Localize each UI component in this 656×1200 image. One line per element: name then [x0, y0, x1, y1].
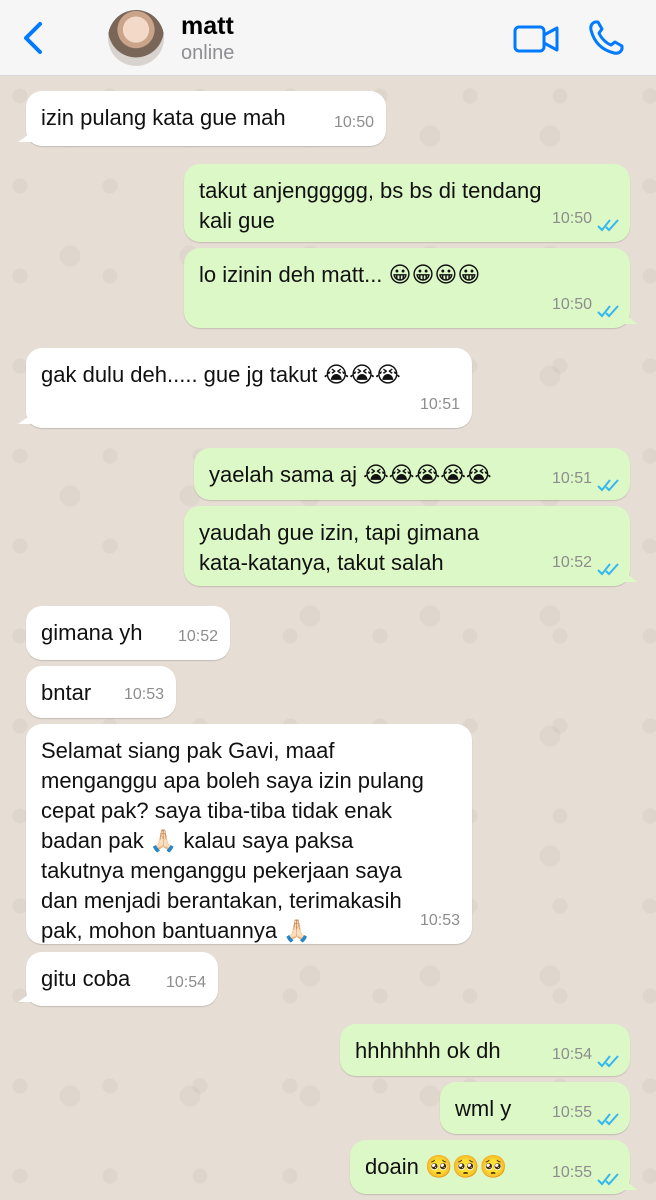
message-incoming[interactable]: bntar 10:53 [26, 666, 176, 718]
message-text: izin pulang kata gue mah [41, 105, 286, 130]
message-time: 10:55 [551, 1104, 592, 1121]
message-incoming[interactable]: gimana yh 10:52 [26, 606, 230, 660]
read-receipt-icon [597, 305, 619, 318]
message-time: 10:53 [419, 912, 460, 929]
message-time: 10:52 [551, 554, 592, 571]
message-incoming[interactable]: gak dulu deh..... gue jg takut 😭😭😭 10:51 [18, 348, 472, 428]
avatar[interactable] [108, 10, 164, 66]
message-time: 10:51 [419, 396, 460, 413]
message-incoming[interactable]: Selamat siang pak Gavi, maaf menganggu a… [26, 724, 472, 944]
contact-status: online [181, 42, 235, 64]
message-time: 10:50 [333, 114, 374, 131]
chat-area[interactable]: izin pulang kata gue mah 10:50 takut anj… [0, 76, 656, 1200]
message-outgoing[interactable]: hhhhhhh ok dh 10:54 [340, 1024, 630, 1076]
message-time: 10:52 [177, 628, 218, 645]
message-text: Selamat siang pak Gavi, maaf menganggu a… [41, 738, 424, 943]
read-receipt-icon [597, 1055, 619, 1068]
message-outgoing[interactable]: doain 🥺🥺🥺 10:55 [350, 1140, 638, 1194]
message-time: 10:50 [551, 296, 592, 313]
message-incoming[interactable]: gitu coba 10:54 [18, 952, 218, 1006]
message-outgoing[interactable]: wml y 10:55 [440, 1082, 630, 1134]
message-time: 10:54 [551, 1046, 592, 1063]
read-receipt-icon [597, 219, 619, 232]
message-time: 10:50 [551, 210, 592, 227]
video-camera-icon[interactable] [512, 20, 560, 58]
chevron-left-icon[interactable] [14, 18, 54, 58]
message-time: 10:51 [551, 470, 592, 487]
message-outgoing[interactable]: yaelah sama aj 😭😭😭😭😭 10:51 [194, 448, 630, 500]
message-time: 10:53 [123, 686, 164, 703]
message-time: 10:55 [551, 1164, 592, 1181]
read-receipt-icon [597, 1113, 619, 1126]
message-outgoing[interactable]: lo izinin deh matt... 😀😀😀😀 10:50 [184, 248, 638, 328]
contact-name[interactable]: matt [181, 12, 234, 41]
read-receipt-icon [597, 1173, 619, 1186]
message-text: lo izinin deh matt... 😀😀😀😀 [199, 262, 481, 287]
chat-header: matt online [0, 0, 656, 76]
message-incoming[interactable]: izin pulang kata gue mah 10:50 [18, 91, 386, 146]
read-receipt-icon [597, 563, 619, 576]
phone-icon[interactable] [586, 18, 626, 58]
message-text: gak dulu deh..... gue jg takut 😭😭😭 [41, 362, 401, 387]
message-outgoing[interactable]: takut anjenggggg, bs bs di tendang kali … [184, 164, 630, 242]
message-time: 10:54 [165, 974, 206, 991]
read-receipt-icon [597, 479, 619, 492]
message-outgoing[interactable]: yaudah gue izin, tapi gimana kata-katany… [184, 506, 638, 586]
